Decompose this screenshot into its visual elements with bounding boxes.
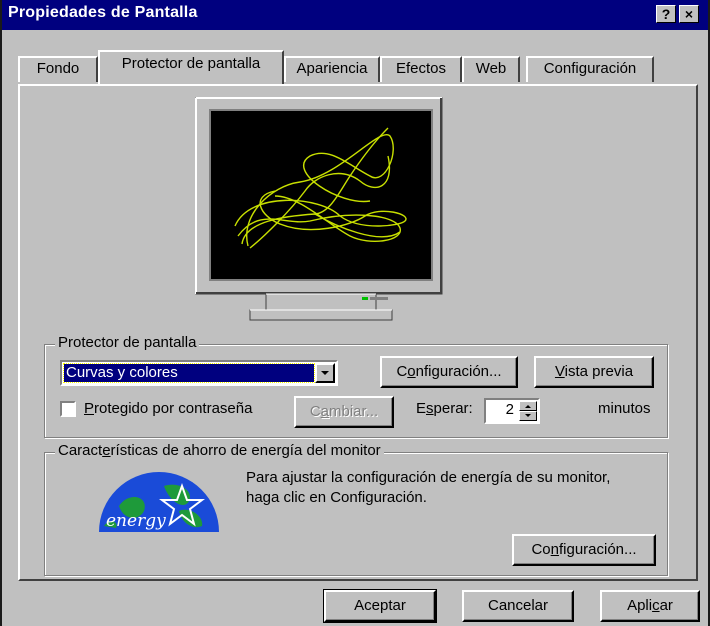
power-led <box>362 297 368 300</box>
spin-up-button[interactable] <box>519 401 537 411</box>
help-button[interactable]: ? <box>656 5 676 23</box>
screensaver-selected-value: Curvas y colores <box>63 363 315 383</box>
spin-down-button[interactable] <box>519 411 537 421</box>
arrow-up-icon <box>525 405 531 408</box>
legend-accel: e <box>102 442 111 459</box>
label-post: rotegido por contraseña <box>94 400 253 417</box>
screensaver-select[interactable]: Curvas y colores <box>60 360 338 386</box>
energy-star-logo: energy <box>99 472 219 532</box>
label-accel: s <box>426 400 434 417</box>
label-accel: P <box>84 400 95 417</box>
tab-configuracion[interactable]: Configuración <box>526 56 654 82</box>
energy-group-title: Características de ahorro de energía del… <box>55 442 384 459</box>
wait-label: Esperar: <box>416 400 473 417</box>
change-password-button[interactable]: Cambiar... <box>294 396 394 428</box>
cancel-button[interactable]: Cancelar <box>462 590 574 622</box>
screensaver-group-title: Protector de pantalla <box>55 334 200 351</box>
btn-text-accel: n <box>550 541 559 558</box>
wait-minutes-value[interactable]: 2 <box>506 401 514 418</box>
display-properties-window: Propiedades de Pantalla ? × Fondo Protec… <box>0 0 710 626</box>
btn-text-post: nfiguración... <box>415 363 502 380</box>
btn-text-pre: Co <box>531 541 551 558</box>
close-button[interactable]: × <box>679 5 699 23</box>
dropdown-arrow-button[interactable] <box>315 363 335 383</box>
btn-text-accel: a <box>320 403 329 420</box>
screensaver-settings-button[interactable]: Configuración... <box>380 356 518 388</box>
btn-text-post: figuración... <box>558 541 637 558</box>
legend-post: rísticas de ahorro de energía del monito… <box>110 442 381 459</box>
spinner-buttons <box>519 401 537 421</box>
tab-web[interactable]: Web <box>462 56 520 82</box>
btn-text-pre: C <box>309 403 321 420</box>
preview-screen <box>209 109 433 281</box>
legend-pre: Caract <box>58 442 103 459</box>
preview-button[interactable]: Vista previa <box>534 356 654 388</box>
arrow-down-icon <box>525 414 531 417</box>
title-bar[interactable]: Propiedades de Pantalla ? × <box>2 0 708 30</box>
chevron-down-icon <box>321 371 329 375</box>
password-checkbox-label[interactable]: Protegido por contraseña <box>84 400 252 417</box>
tab-strip: Fondo Protector de pantalla Apariencia E… <box>2 46 708 86</box>
btn-text-post: mbiar... <box>329 403 379 420</box>
btn-text-post: ar <box>659 597 673 614</box>
minutes-label: minutos <box>598 400 651 417</box>
tab-fondo[interactable]: Fondo <box>18 56 98 82</box>
tab-protector-de-pantalla[interactable]: Protector de pantalla <box>98 50 284 84</box>
label-post: perar: <box>433 400 473 417</box>
energy-description: Para ajustar la configuración de energía… <box>246 469 611 506</box>
monitor-preview <box>195 97 443 321</box>
password-checkbox[interactable] <box>60 401 76 417</box>
ok-button[interactable]: Aceptar <box>323 589 437 623</box>
tab-efectos[interactable]: Efectos <box>380 56 462 82</box>
wait-minutes-spinner[interactable]: 2 <box>484 398 540 424</box>
btn-text-accel: V <box>554 363 565 380</box>
btn-text-pre: C <box>396 363 408 380</box>
btn-text-accel: o <box>407 363 416 380</box>
tab-apariencia[interactable]: Apariencia <box>284 56 380 82</box>
btn-text-post: ista previa <box>564 363 634 380</box>
label-pre: E <box>416 400 427 417</box>
energy-logo-text: energy <box>106 511 166 531</box>
btn-text-pre: Apli <box>627 597 653 614</box>
window-title: Propiedades de Pantalla <box>8 4 198 21</box>
btn-text-accel: c <box>652 597 660 614</box>
apply-button[interactable]: Aplicar <box>600 590 700 622</box>
energy-settings-button[interactable]: Configuración... <box>512 534 656 566</box>
